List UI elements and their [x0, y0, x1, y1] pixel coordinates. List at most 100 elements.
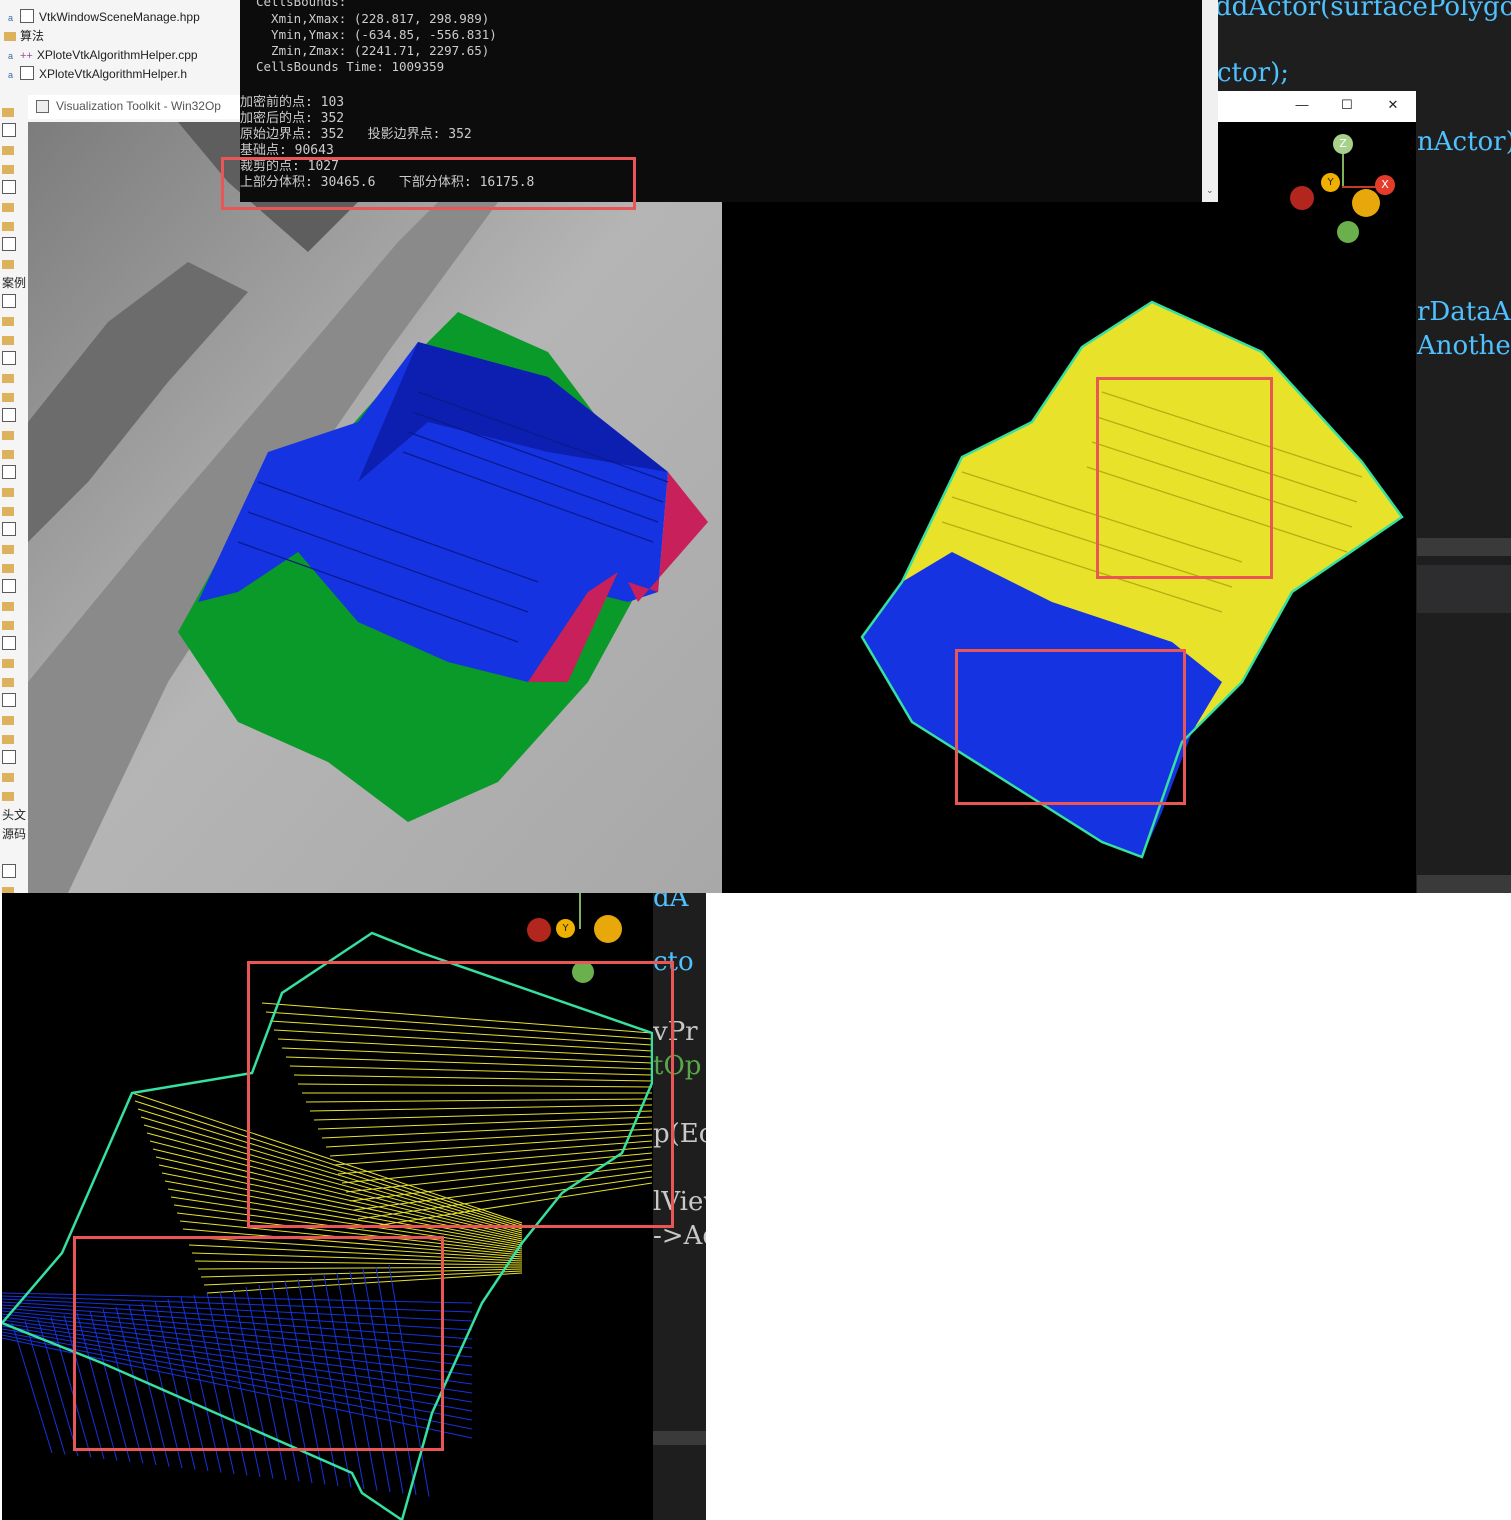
axis-y-icon: Y [1321, 173, 1340, 192]
axis-y-icon: Y [556, 919, 575, 938]
folder-icon [2, 165, 14, 174]
tree-item[interactable] [2, 540, 18, 559]
tree-item[interactable] [2, 616, 18, 635]
vtk-window-titlebar[interactable]: Visualization Toolkit - Win32Op [28, 95, 240, 119]
folder-icon [2, 792, 14, 801]
wire-line [2, 1331, 473, 1421]
tree-item[interactable]: a XPloteVtkAlgorithmHelper.h [8, 65, 187, 84]
wire-line [310, 1276, 352, 1488]
file-icon [20, 9, 34, 23]
wire-line [336, 1272, 378, 1491]
render-viewport-solid[interactable]: Z X Y [722, 122, 1416, 893]
code-line: ctor); [1217, 58, 1289, 88]
tree-item[interactable] [2, 312, 18, 331]
tree-item[interactable] [2, 578, 21, 597]
file-icon [2, 465, 16, 479]
scroll-down-icon[interactable]: ⌄ [1206, 186, 1214, 196]
tree-item[interactable] [2, 179, 21, 198]
code-line: p(Ec [653, 1119, 706, 1149]
tree-item[interactable] [2, 692, 21, 711]
wire-line [284, 1280, 326, 1485]
tree-folder[interactable]: 算法 [4, 27, 44, 46]
maximize-button[interactable]: ☐ [1324, 93, 1370, 117]
tree-item[interactable] [2, 122, 21, 141]
tree-item[interactable] [2, 331, 18, 350]
tree-item[interactable] [2, 445, 18, 464]
tree-item[interactable] [2, 787, 18, 806]
code-line: vPr [653, 1017, 698, 1047]
tree-item[interactable] [2, 749, 21, 768]
code-editor[interactable]: dA cto vPr tOp p(Ec lView ->Add [653, 893, 706, 1520]
tree-item[interactable] [2, 160, 18, 179]
lock-icon: a [8, 70, 14, 80]
render-viewport-wireframe[interactable]: Y [2, 893, 653, 1520]
tree-item[interactable] [2, 711, 18, 730]
axis-neg-z-icon [1337, 221, 1359, 243]
scrollbar[interactable] [1417, 538, 1511, 556]
console-window[interactable]: CellsBounds: Xmin,Xmax: (228.817, 298.98… [240, 0, 1218, 202]
console-line: Xmin,Xmax: (228.817, 298.989) [256, 11, 490, 26]
minimize-button[interactable]: — [1279, 93, 1325, 117]
tree-folder[interactable]: 案例 [2, 274, 26, 293]
tree-item[interactable] [2, 654, 18, 673]
tree-item[interactable] [2, 559, 18, 578]
tree-item[interactable] [2, 236, 21, 255]
wire-line [353, 1170, 653, 1211]
tree-item[interactable] [2, 882, 18, 893]
console-line: CellsBounds Time: 1009359 [256, 59, 445, 74]
render-viewport-surface[interactable] [28, 122, 722, 893]
tree-item[interactable] [2, 388, 18, 407]
tree-item[interactable]: a ++ XPloteVtkAlgorithmHelper.cpp [8, 46, 198, 65]
tree-item[interactable] [2, 350, 21, 369]
tree-item[interactable] [2, 464, 21, 483]
tree-item[interactable] [2, 217, 18, 236]
tree-item[interactable]: a VtkWindowSceneManage.hpp [8, 8, 200, 27]
folder-icon [2, 716, 14, 725]
tree-item[interactable] [2, 255, 18, 274]
code-line: lView [653, 1187, 706, 1217]
tree-folder[interactable]: 源码 [2, 825, 26, 844]
upper-wireframe [131, 1002, 653, 1294]
folder-icon [2, 450, 14, 459]
tree-item[interactable] [2, 730, 18, 749]
wire-line [337, 1146, 653, 1175]
wire-line [349, 1270, 391, 1493]
tree-item[interactable] [2, 521, 21, 540]
wire-line [50, 1316, 92, 1458]
tree-item[interactable] [2, 141, 18, 160]
folder-icon [2, 621, 14, 630]
tree-item[interactable] [2, 293, 21, 312]
tree-item[interactable] [2, 103, 18, 122]
tree-item[interactable] [2, 407, 21, 426]
code-line: rDataAc [1417, 297, 1511, 327]
tree-item[interactable] [2, 863, 21, 882]
console-line: Ymin,Ymax: (-634.85, -556.831) [256, 27, 497, 42]
tree-item[interactable] [2, 426, 18, 445]
tree-item[interactable] [2, 673, 18, 692]
tree-item[interactable] [2, 198, 18, 217]
wire-line [137, 1108, 523, 1228]
tree-item[interactable] [2, 597, 18, 616]
tree-item[interactable] [2, 369, 18, 388]
tree-item[interactable] [2, 483, 18, 502]
code-line: dA [653, 893, 689, 913]
console-scrollbar[interactable]: ⌄ [1202, 0, 1218, 202]
code-line: cto [653, 947, 694, 977]
folder-icon [2, 222, 14, 231]
orientation-axes-widget[interactable]: Z X Y [1285, 122, 1405, 252]
vtk-window-titlebar[interactable]: — ☐ ✕ [1218, 91, 1416, 122]
folder-icon [2, 146, 14, 155]
tree-item[interactable] [2, 768, 18, 787]
tree-item[interactable] [2, 635, 21, 654]
folder-icon [2, 203, 14, 212]
orientation-axes-widget[interactable]: Y [522, 893, 642, 993]
folder-icon [2, 507, 14, 516]
lock-icon: a [8, 51, 14, 61]
tree-folder[interactable]: 头文 [2, 806, 26, 825]
window-title: Visualization Toolkit - Win32Op [56, 99, 221, 113]
folder-icon [2, 545, 14, 554]
close-button[interactable]: ✕ [1370, 93, 1416, 117]
tree-item[interactable] [2, 502, 18, 521]
scrollbar[interactable] [1417, 875, 1511, 893]
scrollbar[interactable] [653, 1431, 706, 1445]
